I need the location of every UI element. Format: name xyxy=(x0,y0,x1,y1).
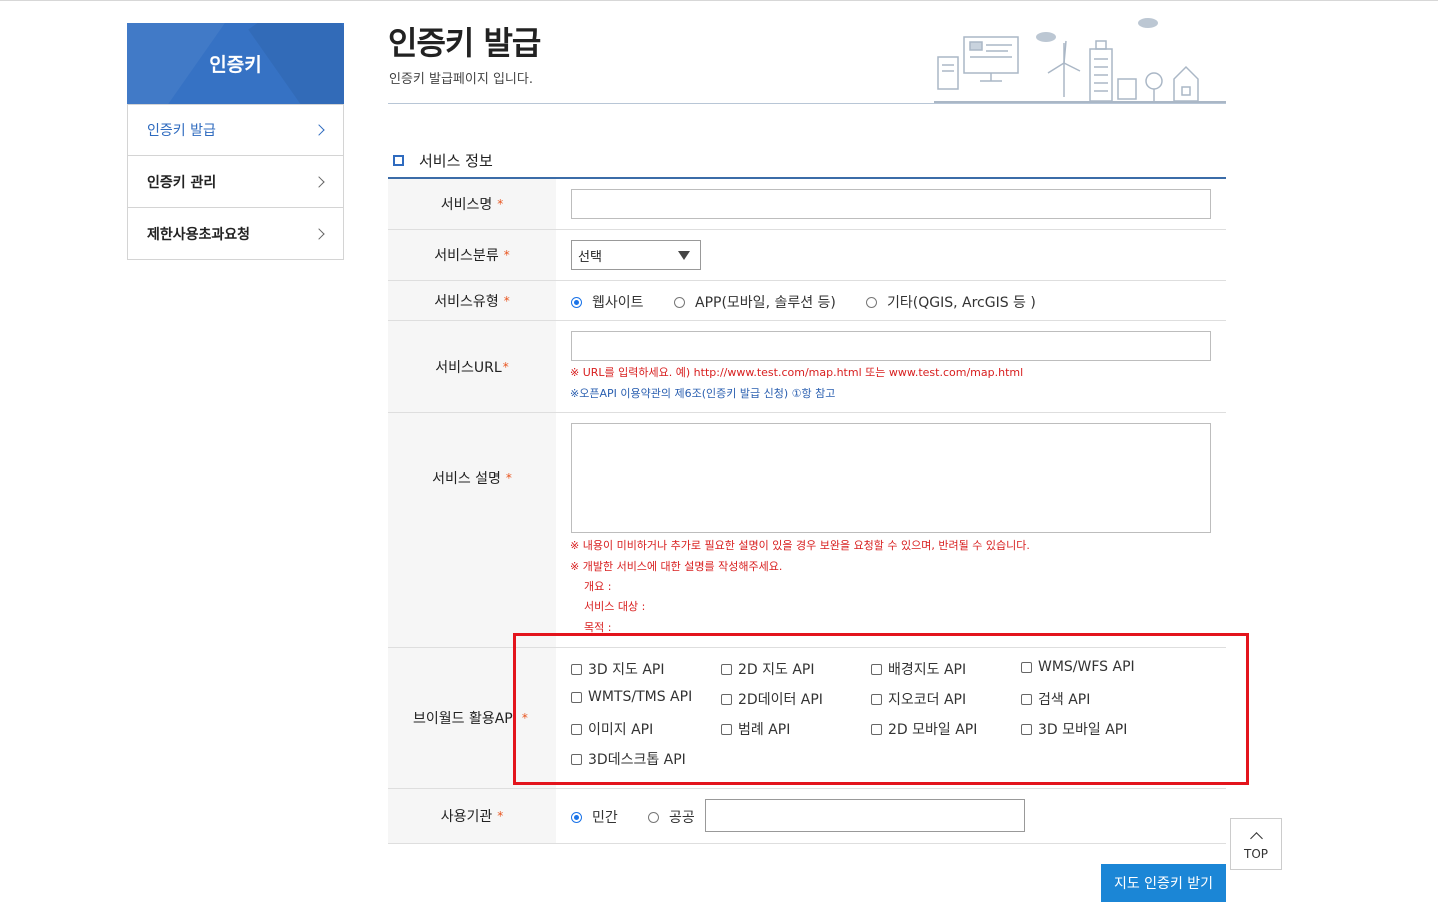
row-service-desc: 서비스 설명 * ※ 내용이 미비하거나 추가로 필요한 설명이 있을 경우 보완… xyxy=(388,413,1226,648)
row-service-type: 서비스유형 * 웹사이트 APP(모바일, 솔루션 등) 기타(QGIS, Arc… xyxy=(388,281,1226,321)
radio-website[interactable]: 웹사이트 xyxy=(571,292,644,312)
dropdown-arrow-icon xyxy=(678,250,690,260)
scroll-top-button[interactable]: TOP xyxy=(1230,818,1282,870)
select-value: 선택 xyxy=(578,249,602,265)
desc-subnote: 개요 : xyxy=(584,580,612,593)
section-title: 서비스 정보 xyxy=(393,150,493,171)
service-url-input[interactable] xyxy=(571,331,1211,361)
sidebar-item-key-issue[interactable]: 인증키 발급 xyxy=(127,104,344,156)
row-service-category: 서비스분류 * 선택 xyxy=(388,230,1226,281)
header-divider xyxy=(388,103,1226,104)
field-label: 사용기관 * xyxy=(388,789,556,843)
row-org: 사용기관 * 민간 공공 xyxy=(388,789,1226,844)
chevron-right-icon xyxy=(313,124,325,136)
field-label: 서비스 설명 * xyxy=(388,413,556,543)
field-label: 서비스분류 * xyxy=(388,230,556,280)
row-service-url: 서비스URL * ※ URL를 입력하세요. 예) http://www.test… xyxy=(388,321,1226,413)
sidebar-title: 인증키 xyxy=(209,54,262,76)
service-category-select[interactable]: 선택 xyxy=(571,240,701,270)
field-label: 서비스URL * xyxy=(388,321,556,412)
sidebar-item-label: 인증키 발급 xyxy=(147,123,216,139)
field-label: 서비스명 * xyxy=(388,179,556,229)
page-subtitle: 인증키 발급페이지 입니다. xyxy=(389,72,533,87)
top-divider xyxy=(0,0,1438,1)
sidebar-header: 인증키 xyxy=(127,23,344,104)
chevron-right-icon xyxy=(313,175,325,188)
radio-public[interactable]: 공공 xyxy=(648,807,695,827)
sidebar-item-label: 인증키 관리 xyxy=(147,174,217,191)
scroll-top-label: TOP xyxy=(1243,846,1268,861)
radio-app[interactable]: APP(모바일, 솔루션 등) xyxy=(674,292,836,312)
desc-subnote: 서비스 대상 : xyxy=(584,600,646,613)
page-title: 인증키 발급 xyxy=(388,24,541,62)
radio-private[interactable]: 민간 xyxy=(571,807,618,827)
section-title-text: 서비스 정보 xyxy=(419,152,493,170)
get-map-key-button[interactable]: 지도 인증키 받기 xyxy=(1101,864,1226,902)
field-label: 서비스유형 * xyxy=(388,281,556,320)
sidebar-item-limit-request[interactable]: 제한사용초과요청 xyxy=(127,208,344,260)
org-name-input[interactable] xyxy=(705,799,1025,832)
square-bullet-icon xyxy=(393,155,404,166)
city-illustration-icon xyxy=(934,18,1226,103)
highlight-box xyxy=(513,633,1249,785)
desc-note: ※ 내용이 미비하거나 추가로 필요한 설명이 있을 경우 보완을 요청할 수 … xyxy=(570,539,1030,552)
desc-note: ※ 개발한 서비스에 대한 설명를 작성해주세요. xyxy=(570,560,783,573)
sidebar: 인증키 인증키 발급 인증키 관리 제한사용초과요청 xyxy=(127,23,344,260)
chevron-right-icon xyxy=(313,227,325,240)
service-desc-textarea[interactable] xyxy=(571,423,1211,533)
url-note: ※ URL를 입력하세요. 예) http://www.test.com/map… xyxy=(570,366,1024,379)
service-name-input[interactable] xyxy=(571,189,1211,219)
radio-other[interactable]: 기타(QGIS, ArcGIS 등 ) xyxy=(866,292,1036,312)
terms-note: ※오픈API 이용약관의 제6조(인증키 발급 신청) ①항 참고 xyxy=(570,387,836,400)
sidebar-item-key-manage[interactable]: 인증키 관리 xyxy=(127,156,344,208)
chevron-up-icon xyxy=(1249,831,1263,845)
row-service-name: 서비스명 * xyxy=(388,179,1226,230)
sidebar-item-label: 제한사용초과요청 xyxy=(147,226,251,243)
